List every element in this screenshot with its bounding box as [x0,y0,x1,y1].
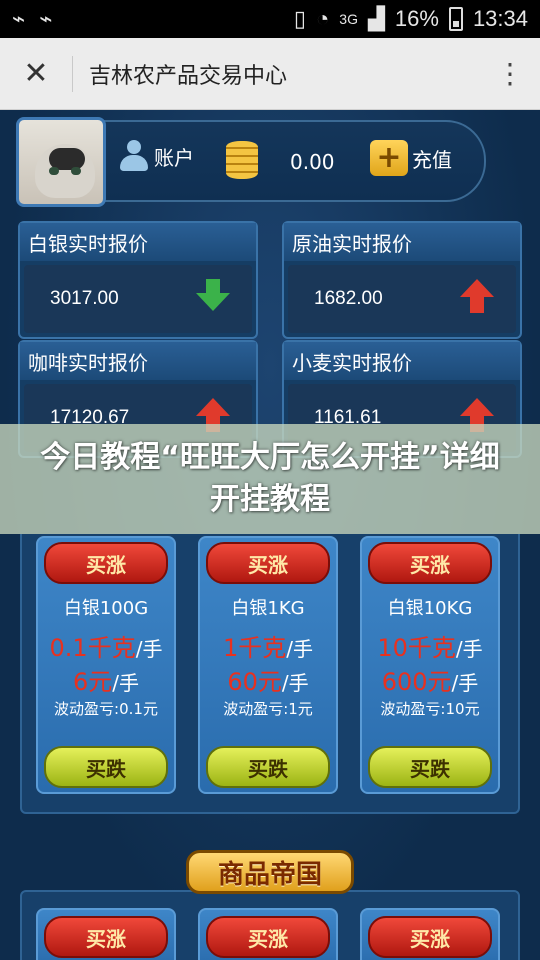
arrow-up-icon [460,279,494,313]
quote-card-silver[interactable]: 白银实时报价 3017.00 [18,221,258,339]
page-title: 吉林农产品交易中心 [89,63,288,89]
coins-icon [226,141,258,179]
battery-percent: 16% [394,6,439,31]
product-name: 白银10KG [387,598,473,619]
wifi-icon: ◔ [315,6,330,31]
more-vertical-icon[interactable]: ⋮ [496,57,524,90]
clock: 13:34 [472,6,528,31]
app-bar: ✕ 吉林农产品交易中心 ⋮ [0,38,540,110]
buy-up-button[interactable]: 买涨 [206,916,330,958]
product-card: 买涨 白银100G 0.1千克/手 6元/手 波动盈亏:0.1元 买跌 [36,536,176,794]
avatar-cat-eye [49,167,59,175]
signal-icon: ▟ [367,6,385,31]
account-label: 账户 [154,145,194,170]
avatar-cat-eye [71,167,81,175]
product-card: 买涨 [36,908,176,960]
overlay-banner: 今日教程“旺旺大厅怎么开挂”详细开挂教程 [0,424,540,534]
buy-up-button[interactable]: 买涨 [368,542,492,584]
product-card: 买涨 [198,908,338,960]
user-icon [120,140,148,172]
network-type: 3G [339,11,358,27]
buy-down-button[interactable]: 买跌 [44,746,168,788]
product-pnl: 波动盈亏:1元 [223,700,313,718]
buy-up-button[interactable]: 买涨 [44,916,168,958]
product-name: 白银100G [63,598,149,619]
close-icon[interactable]: ✕ [16,54,56,94]
product-fee: 60元/手 [227,668,309,696]
product-amount: 0.1千克/手 [49,634,163,662]
vibrate-icon: ▯ [293,6,306,31]
buy-up-button[interactable]: 买涨 [206,542,330,584]
status-bar: ⌁ ⌁ ▯ ◔ 3G ▟ 16% 13:34 [0,0,540,38]
banner-text: 今日教程“旺旺大厅怎么开挂”详细开挂教程 [40,440,500,517]
product-fee: 6元/手 [72,668,140,696]
buy-down-button[interactable]: 买跌 [206,746,330,788]
buy-down-button[interactable]: 买跌 [368,746,492,788]
product-fee: 600元/手 [381,668,479,696]
product-card: 买涨 [360,908,500,960]
section-title: 商品帝国 [186,850,354,894]
quote-card-oil[interactable]: 原油实时报价 1682.00 [282,221,522,339]
usb-icon: ⌁ [39,6,53,31]
quote-title: 原油实时报价 [284,223,520,261]
quote-title: 小麦实时报价 [284,342,520,380]
battery-icon [448,7,463,31]
arrow-down-icon [196,279,230,313]
product-amount: 10千克/手 [377,634,483,662]
product-pnl: 波动盈亏:0.1元 [54,700,158,718]
plus-icon: + [370,140,408,176]
quote-title: 白银实时报价 [20,223,256,261]
recharge-button[interactable]: + 充值 [370,140,452,176]
recharge-label: 充值 [412,147,452,172]
usb-icon: ⌁ [12,6,26,31]
divider [72,55,73,92]
buy-up-button[interactable]: 买涨 [368,916,492,958]
avatar[interactable] [16,117,106,207]
product-card: 买涨 白银10KG 10千克/手 600元/手 波动盈亏:10元 买跌 [360,536,500,794]
product-amount: 1千克/手 [222,634,314,662]
account-button[interactable]: 账户 [120,140,194,172]
quote-title: 咖啡实时报价 [20,342,256,380]
product-name: 白银1KG [231,598,305,619]
buy-up-button[interactable]: 买涨 [44,542,168,584]
balance-value: 0.00 [290,150,335,174]
product-card: 买涨 白银1KG 1千克/手 60元/手 波动盈亏:1元 买跌 [198,536,338,794]
product-pnl: 波动盈亏:10元 [380,700,480,718]
